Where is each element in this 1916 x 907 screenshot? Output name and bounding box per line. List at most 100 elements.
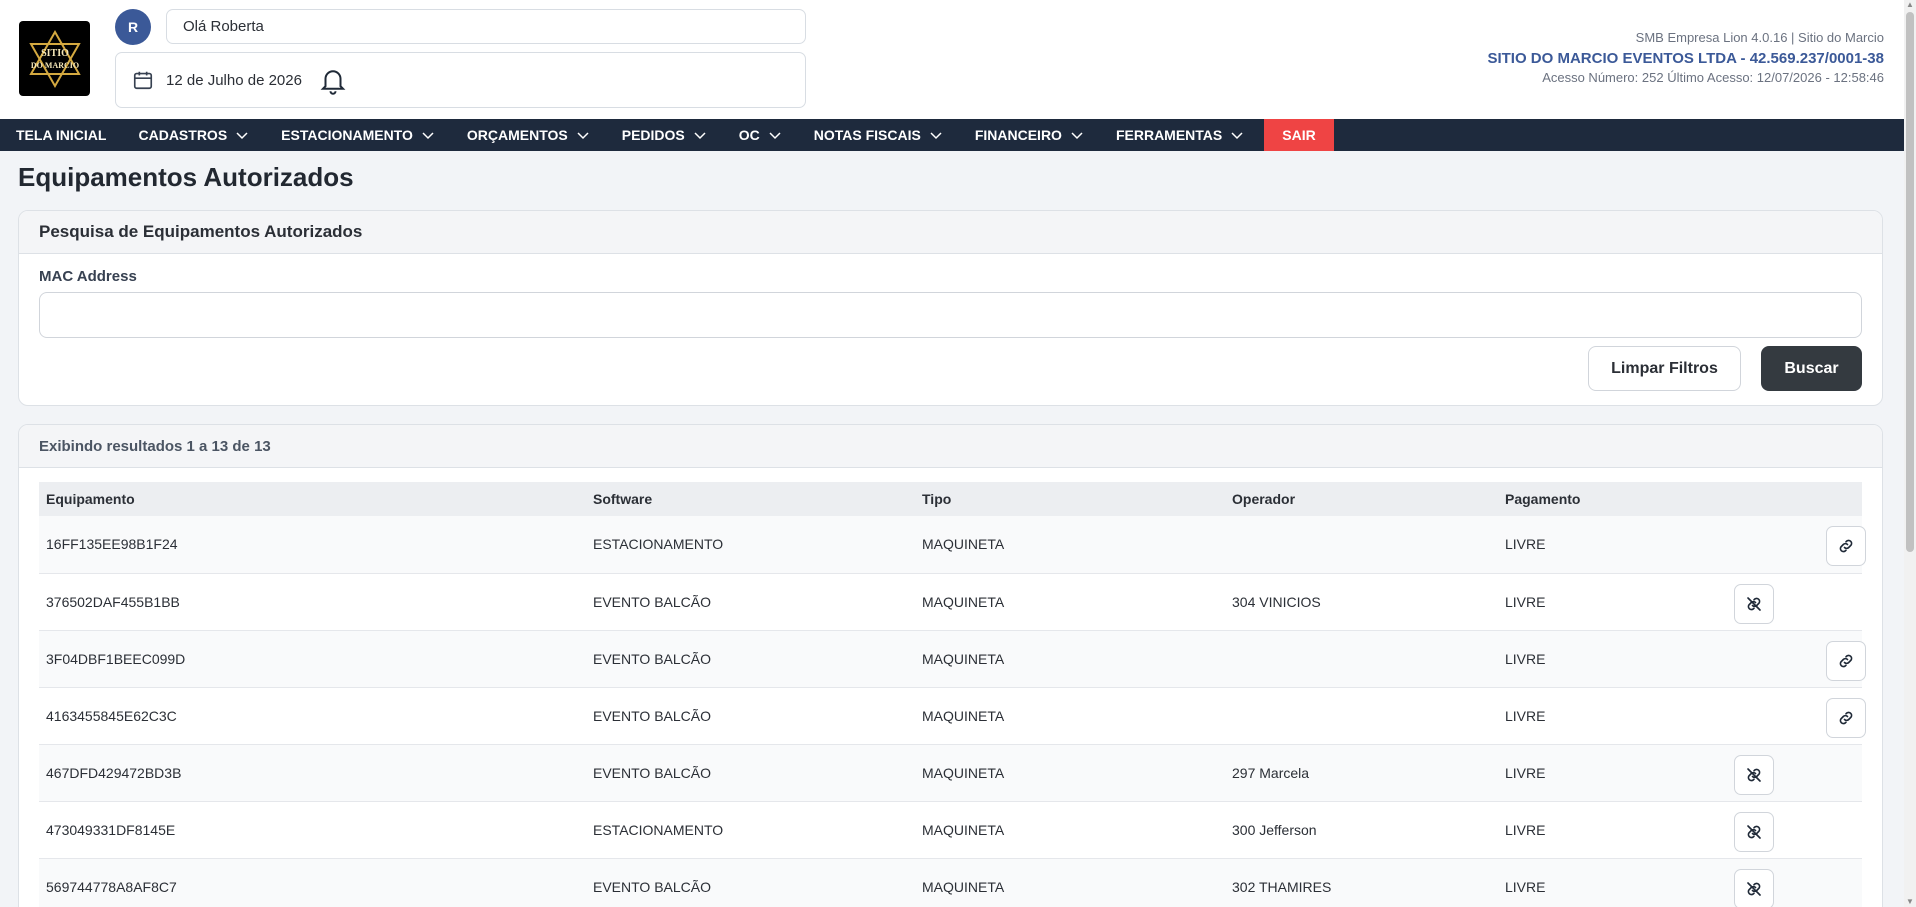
cell-operador: [1225, 630, 1498, 688]
nav-item-label: CADASTROS: [138, 127, 228, 143]
unlink-icon: [1747, 596, 1761, 611]
search-panel: Pesquisa de Equipamentos Autorizados MAC…: [18, 210, 1883, 406]
cell-pagamento: LIVRE: [1498, 630, 1686, 688]
current-date: 12 de Julho de 2026: [166, 71, 302, 89]
cell-pagamento: LIVRE: [1498, 801, 1686, 859]
calendar-icon: [133, 71, 153, 90]
unlink-icon: [1747, 881, 1761, 896]
chevron-down-icon: [422, 132, 434, 140]
nav-item-financeiro[interactable]: FINANCEIRO: [959, 119, 1100, 151]
scrollbar-thumb[interactable]: [1906, 12, 1914, 552]
access-info: Acesso Número: 252 Último Acesso: 12/07/…: [1542, 70, 1884, 85]
nav-item-estacionamento[interactable]: ESTACIONAMENTO: [265, 119, 451, 151]
vertical-scrollbar[interactable]: ▲ ▼: [1904, 0, 1916, 907]
cell-actions: [1686, 516, 1866, 574]
table-row: 376502DAF455B1BB EVENTO BALCÃO MAQUINETA…: [39, 573, 1862, 631]
cell-pagamento: LIVRE: [1498, 516, 1686, 574]
link-icon: [1839, 539, 1853, 553]
scroll-up-arrow-icon[interactable]: ▲: [1906, 1, 1914, 9]
table-row: 473049331DF8145E ESTACIONAMENTO MAQUINET…: [39, 801, 1862, 859]
cell-operador: 300 Jefferson: [1225, 801, 1498, 859]
cell-operador: [1225, 687, 1498, 745]
table-row: 467DFD429472BD3B EVENTO BALCÃO MAQUINETA…: [39, 744, 1862, 802]
unlink-button[interactable]: [1734, 811, 1774, 852]
nav-item-label: ORÇAMENTOS: [466, 127, 568, 143]
cell-tipo: MAQUINETA: [915, 744, 1225, 802]
mac-address-input[interactable]: [39, 292, 1862, 338]
table-row: 4163455845E62C3C EVENTO BALCÃO MAQUINETA…: [39, 687, 1866, 745]
column-header-pagamento[interactable]: Pagamento: [1498, 482, 1686, 516]
nav-item-sair[interactable]: SAIR: [1264, 119, 1334, 151]
cell-equipamento: 16FF135EE98B1F24: [39, 516, 586, 574]
nav-item-label: FERRAMENTAS: [1115, 127, 1223, 143]
star-logo-icon: SITIO DO MARCIO: [28, 29, 81, 88]
clear-filters-button[interactable]: Limpar Filtros: [1588, 346, 1741, 391]
chevron-down-icon: [694, 132, 706, 140]
table-row: 16FF135EE98B1F24 ESTACIONAMENTO MAQUINET…: [39, 516, 1866, 574]
results-panel: Exibindo resultados 1 a 13 de 13 Equipam…: [18, 424, 1883, 907]
nav-item-ferramentas[interactable]: FERRAMENTAS: [1100, 119, 1260, 151]
cell-software: ESTACIONAMENTO: [586, 516, 915, 574]
chevron-down-icon: [236, 132, 248, 140]
cell-actions: [1686, 630, 1866, 688]
cell-actions: [1686, 858, 1862, 907]
date-box: 12 de Julho de 2026: [115, 52, 806, 108]
nav-item-label: NOTAS FISCAIS: [813, 127, 921, 143]
unlink-button[interactable]: [1734, 583, 1774, 624]
cell-software: ESTACIONAMENTO: [586, 801, 915, 859]
cell-tipo: MAQUINETA: [915, 687, 1225, 745]
nav-item-oc[interactable]: OC: [723, 119, 798, 151]
mac-address-label: MAC Address: [39, 268, 137, 285]
column-header-tipo[interactable]: Tipo: [915, 482, 1225, 516]
cell-operador: 304 VINICIOS: [1225, 573, 1498, 631]
company-logo[interactable]: SITIO DO MARCIO: [19, 21, 90, 96]
cell-pagamento: LIVRE: [1498, 744, 1686, 802]
cell-tipo: MAQUINETA: [915, 573, 1225, 631]
nav-item-orcamentos[interactable]: ORÇAMENTOS: [451, 119, 606, 151]
scroll-down-arrow-icon[interactable]: ▼: [1906, 898, 1914, 906]
table-header-row: Equipamento Software Tipo Operador Pagam…: [39, 482, 1862, 516]
logo-text-bottom: DO MARCIO: [30, 61, 78, 70]
search-button[interactable]: Buscar: [1761, 346, 1862, 391]
link-button[interactable]: [1826, 526, 1866, 566]
cell-actions: [1686, 801, 1862, 859]
cell-operador: [1225, 516, 1498, 574]
bell-icon[interactable]: [318, 65, 348, 95]
unlink-button[interactable]: [1734, 868, 1774, 907]
nav-item-cadastros[interactable]: CADASTROS: [122, 119, 265, 151]
cell-software: EVENTO BALCÃO: [586, 744, 915, 802]
cell-tipo: MAQUINETA: [915, 630, 1225, 688]
nav-item-pedidos[interactable]: PEDIDOS: [606, 119, 723, 151]
cell-actions: [1686, 687, 1866, 745]
column-header-actions: [1686, 482, 1862, 516]
nav-item-label: TELA INICIAL: [16, 127, 107, 143]
table-row: 569744778A8AF8C7 EVENTO BALCÃO MAQUINETA…: [39, 858, 1862, 907]
cell-operador: 302 THAMIRES: [1225, 858, 1498, 907]
cell-pagamento: LIVRE: [1498, 858, 1686, 907]
column-header-operador[interactable]: Operador: [1225, 482, 1498, 516]
chevron-down-icon: [769, 132, 781, 140]
company-name: SITIO DO MARCIO EVENTOS LTDA - 42.569.23…: [1487, 50, 1884, 67]
unlink-icon: [1747, 824, 1761, 839]
cell-software: EVENTO BALCÃO: [586, 573, 915, 631]
table-row: 3F04DBF1BEEC099D EVENTO BALCÃO MAQUINETA…: [39, 630, 1866, 688]
column-header-equipamento[interactable]: Equipamento: [39, 482, 586, 516]
results-summary: Exibindo resultados 1 a 13 de 13: [19, 425, 1882, 468]
cell-actions: [1686, 573, 1862, 631]
nav-item-tela-inicial[interactable]: TELA INICIAL: [0, 119, 122, 151]
link-button[interactable]: [1826, 697, 1866, 738]
avatar[interactable]: R: [115, 9, 151, 45]
link-icon: [1839, 654, 1853, 667]
cell-equipamento: 3F04DBF1BEEC099D: [39, 630, 586, 688]
link-button[interactable]: [1826, 640, 1866, 681]
search-panel-title: Pesquisa de Equipamentos Autorizados: [19, 211, 1882, 254]
nav-item-label: FINANCEIRO: [974, 127, 1062, 143]
nav-item-notas-fiscais[interactable]: NOTAS FISCAIS: [798, 119, 959, 151]
unlink-icon: [1747, 767, 1761, 782]
column-header-software[interactable]: Software: [586, 482, 915, 516]
cell-software: EVENTO BALCÃO: [586, 858, 915, 907]
cell-pagamento: LIVRE: [1498, 687, 1686, 745]
cell-equipamento: 569744778A8AF8C7: [39, 858, 586, 907]
system-version: SMB Empresa Lion 4.0.16 | Sitio do Marci…: [1635, 30, 1884, 45]
unlink-button[interactable]: [1734, 754, 1774, 795]
